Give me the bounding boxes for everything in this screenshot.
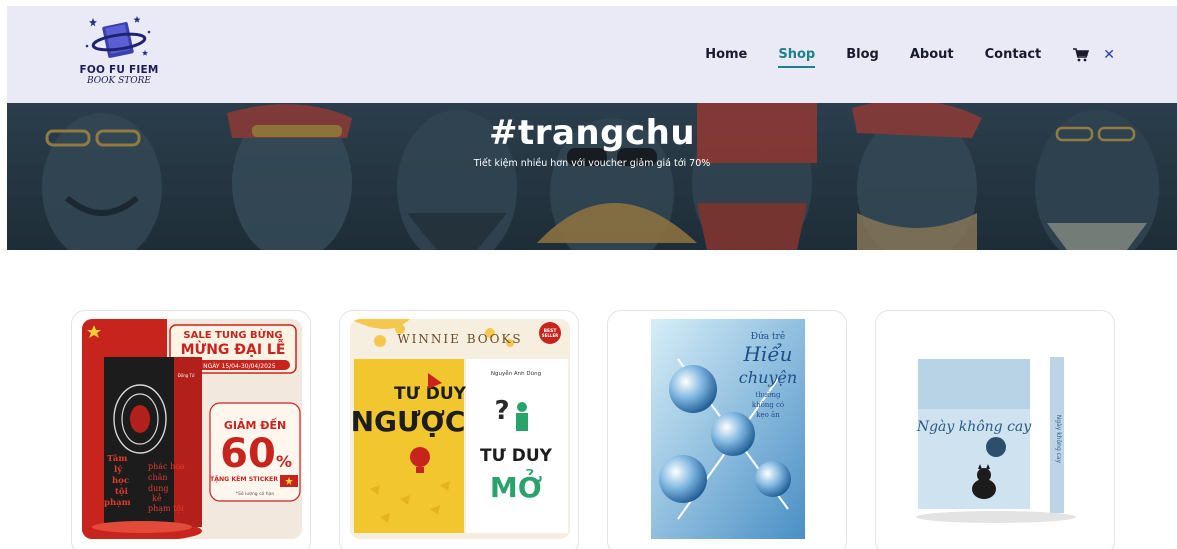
book-planet-icon xyxy=(85,16,151,58)
cart-icon[interactable] xyxy=(1073,47,1090,62)
brand-logo[interactable]: FOO FU FIEM BOOK STORE xyxy=(79,12,159,92)
product-cover[interactable]: WINNIE BOOKS BEST SELLER TƯ DUY NGƯỢC Ng… xyxy=(350,319,570,539)
title-line-3: chuyện xyxy=(739,368,797,387)
svg-text:thường: thường xyxy=(755,391,781,399)
publisher-name: WINNIE BOOKS xyxy=(397,332,522,346)
product-cover[interactable]: Đứa trẻ Hiểu chuyện thường không có kẹo … xyxy=(618,319,838,539)
product-cover[interactable]: SALE TUNG BỪNG MỪNG ĐẠI LỄ TỪ NGÀY 15/04… xyxy=(82,319,302,539)
book-title-right-1: TƯ DUY xyxy=(480,446,553,466)
product-card[interactable]: Ngày không cay Ngày không cay xyxy=(875,310,1115,549)
svg-text:chân: chân xyxy=(148,473,168,482)
banner-line-2: MỪNG ĐẠI LỄ xyxy=(181,339,286,358)
close-icon[interactable]: ✕ xyxy=(1103,47,1115,63)
book-author-right: Nguyễn Anh Dũng xyxy=(491,370,541,377)
book-title-left-2: NGƯỢC xyxy=(351,405,466,438)
svg-text:phạm tội: phạm tội xyxy=(148,504,184,513)
product-card[interactable]: WINNIE BOOKS BEST SELLER TƯ DUY NGƯỢC Ng… xyxy=(339,310,579,549)
title-line-1: Đứa trẻ xyxy=(751,331,786,342)
site-header: FOO FU FIEM BOOK STORE Home Shop Blog Ab… xyxy=(7,6,1177,103)
svg-text:không có: không có xyxy=(752,401,784,409)
svg-text:SELLER: SELLER xyxy=(542,333,559,338)
svg-text:kẻ: kẻ xyxy=(152,494,162,503)
book-title-right-2: MỞ xyxy=(490,466,542,504)
cover-title: Ngày không cay xyxy=(916,419,1032,435)
svg-text:kẹo ăn: kẹo ăn xyxy=(756,411,780,419)
brand-tagline: BOOK STORE xyxy=(86,76,151,86)
product-cover[interactable]: Ngày không cay Ngày không cay xyxy=(886,319,1106,539)
banner-date: TỪ NGÀY 15/04-30/04/2025 xyxy=(191,363,275,370)
book-author: Đồng Tử xyxy=(178,373,195,378)
svg-text:tội: tội xyxy=(115,486,129,497)
spine-title: Ngày không cay xyxy=(1055,415,1062,464)
svg-text:phác họa: phác họa xyxy=(148,462,185,471)
title-line-2: Hiểu xyxy=(742,342,792,366)
main-nav: Home Shop Blog About Contact ✕ xyxy=(674,6,1115,103)
svg-text:học: học xyxy=(112,476,129,486)
svg-text:Tâm: Tâm xyxy=(107,453,127,464)
nav-home[interactable]: Home xyxy=(705,47,747,62)
svg-text:%: % xyxy=(276,452,292,471)
nav-shop[interactable]: Shop xyxy=(778,47,815,68)
hero-title: #trangchu xyxy=(488,113,696,153)
product-card[interactable]: SALE TUNG BỪNG MỪNG ĐẠI LỄ TỪ NGÀY 15/04… xyxy=(71,310,311,549)
svg-text:dung: dung xyxy=(148,484,169,493)
hero-subtitle: Tiết kiệm nhiều hơn với voucher giảm giá… xyxy=(473,158,711,169)
brand-name: FOO FU FIEM xyxy=(79,64,159,76)
nav-contact[interactable]: Contact xyxy=(985,47,1042,62)
discount-label: GIẢM ĐẾN xyxy=(224,417,286,432)
svg-text:lý: lý xyxy=(114,464,123,475)
banner-line-1: SALE TUNG BỪNG xyxy=(183,328,282,341)
nav-blog[interactable]: Blog xyxy=(846,47,879,62)
svg-text:phạm: phạm xyxy=(104,498,131,508)
discount-value: 60 xyxy=(220,431,276,477)
product-card[interactable]: Đứa trẻ Hiểu chuyện thường không có kẹo … xyxy=(607,310,847,549)
gift-label: TẶNG KÈM STICKER xyxy=(210,474,278,483)
svg-text:*Số lượng có hạn: *Số lượng có hạn xyxy=(236,490,275,497)
nav-about[interactable]: About xyxy=(910,47,954,62)
hero-banner: #trangchu Tiết kiệm nhiều hơn với vouche… xyxy=(7,103,1177,250)
svg-text:?: ? xyxy=(494,396,509,426)
